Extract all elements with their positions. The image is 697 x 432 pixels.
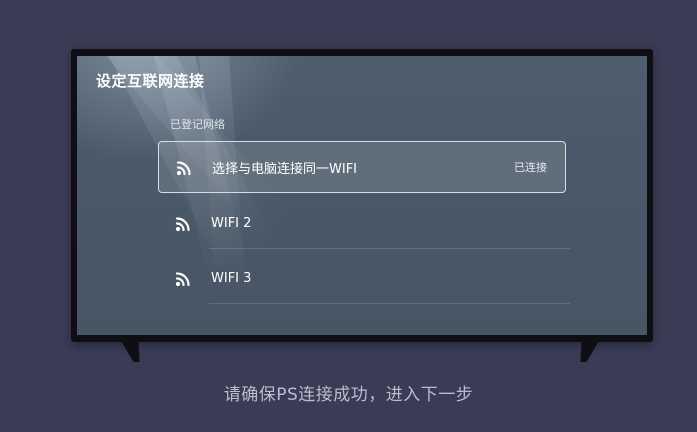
tv-screen: 设定互联网连接 已登记网络 选择与电脑连接同一WIFI 已连接 WIFI 2 W… [77, 56, 647, 335]
wifi-network-name: WIFI 3 [211, 270, 252, 286]
connection-status: 已连接 [514, 161, 547, 174]
wifi-network-name: WIFI 2 [211, 215, 252, 231]
wifi-network-item-3[interactable]: WIFI 3 [158, 252, 570, 304]
wifi-network-name: 选择与电脑连接同一WIFI [212, 161, 357, 177]
screen-title: 设定互联网连接 [96, 72, 205, 90]
wifi-icon [175, 217, 190, 232]
row-divider [209, 303, 570, 304]
instruction-text: 请确保PS连接成功，进入下一步 [223, 385, 474, 405]
tv-frame: 设定互联网连接 已登记网络 选择与电脑连接同一WIFI 已连接 WIFI 2 W… [71, 49, 653, 342]
wifi-icon [176, 161, 191, 176]
tv-stand-left [120, 340, 146, 362]
wifi-network-item-1[interactable]: 选择与电脑连接同一WIFI 已连接 [158, 141, 566, 193]
registered-networks-label: 已登记网络 [170, 118, 225, 131]
tv-stand-right [574, 340, 600, 362]
wifi-network-item-2[interactable]: WIFI 2 [158, 197, 570, 249]
row-divider [209, 248, 570, 249]
wifi-icon [175, 272, 190, 287]
